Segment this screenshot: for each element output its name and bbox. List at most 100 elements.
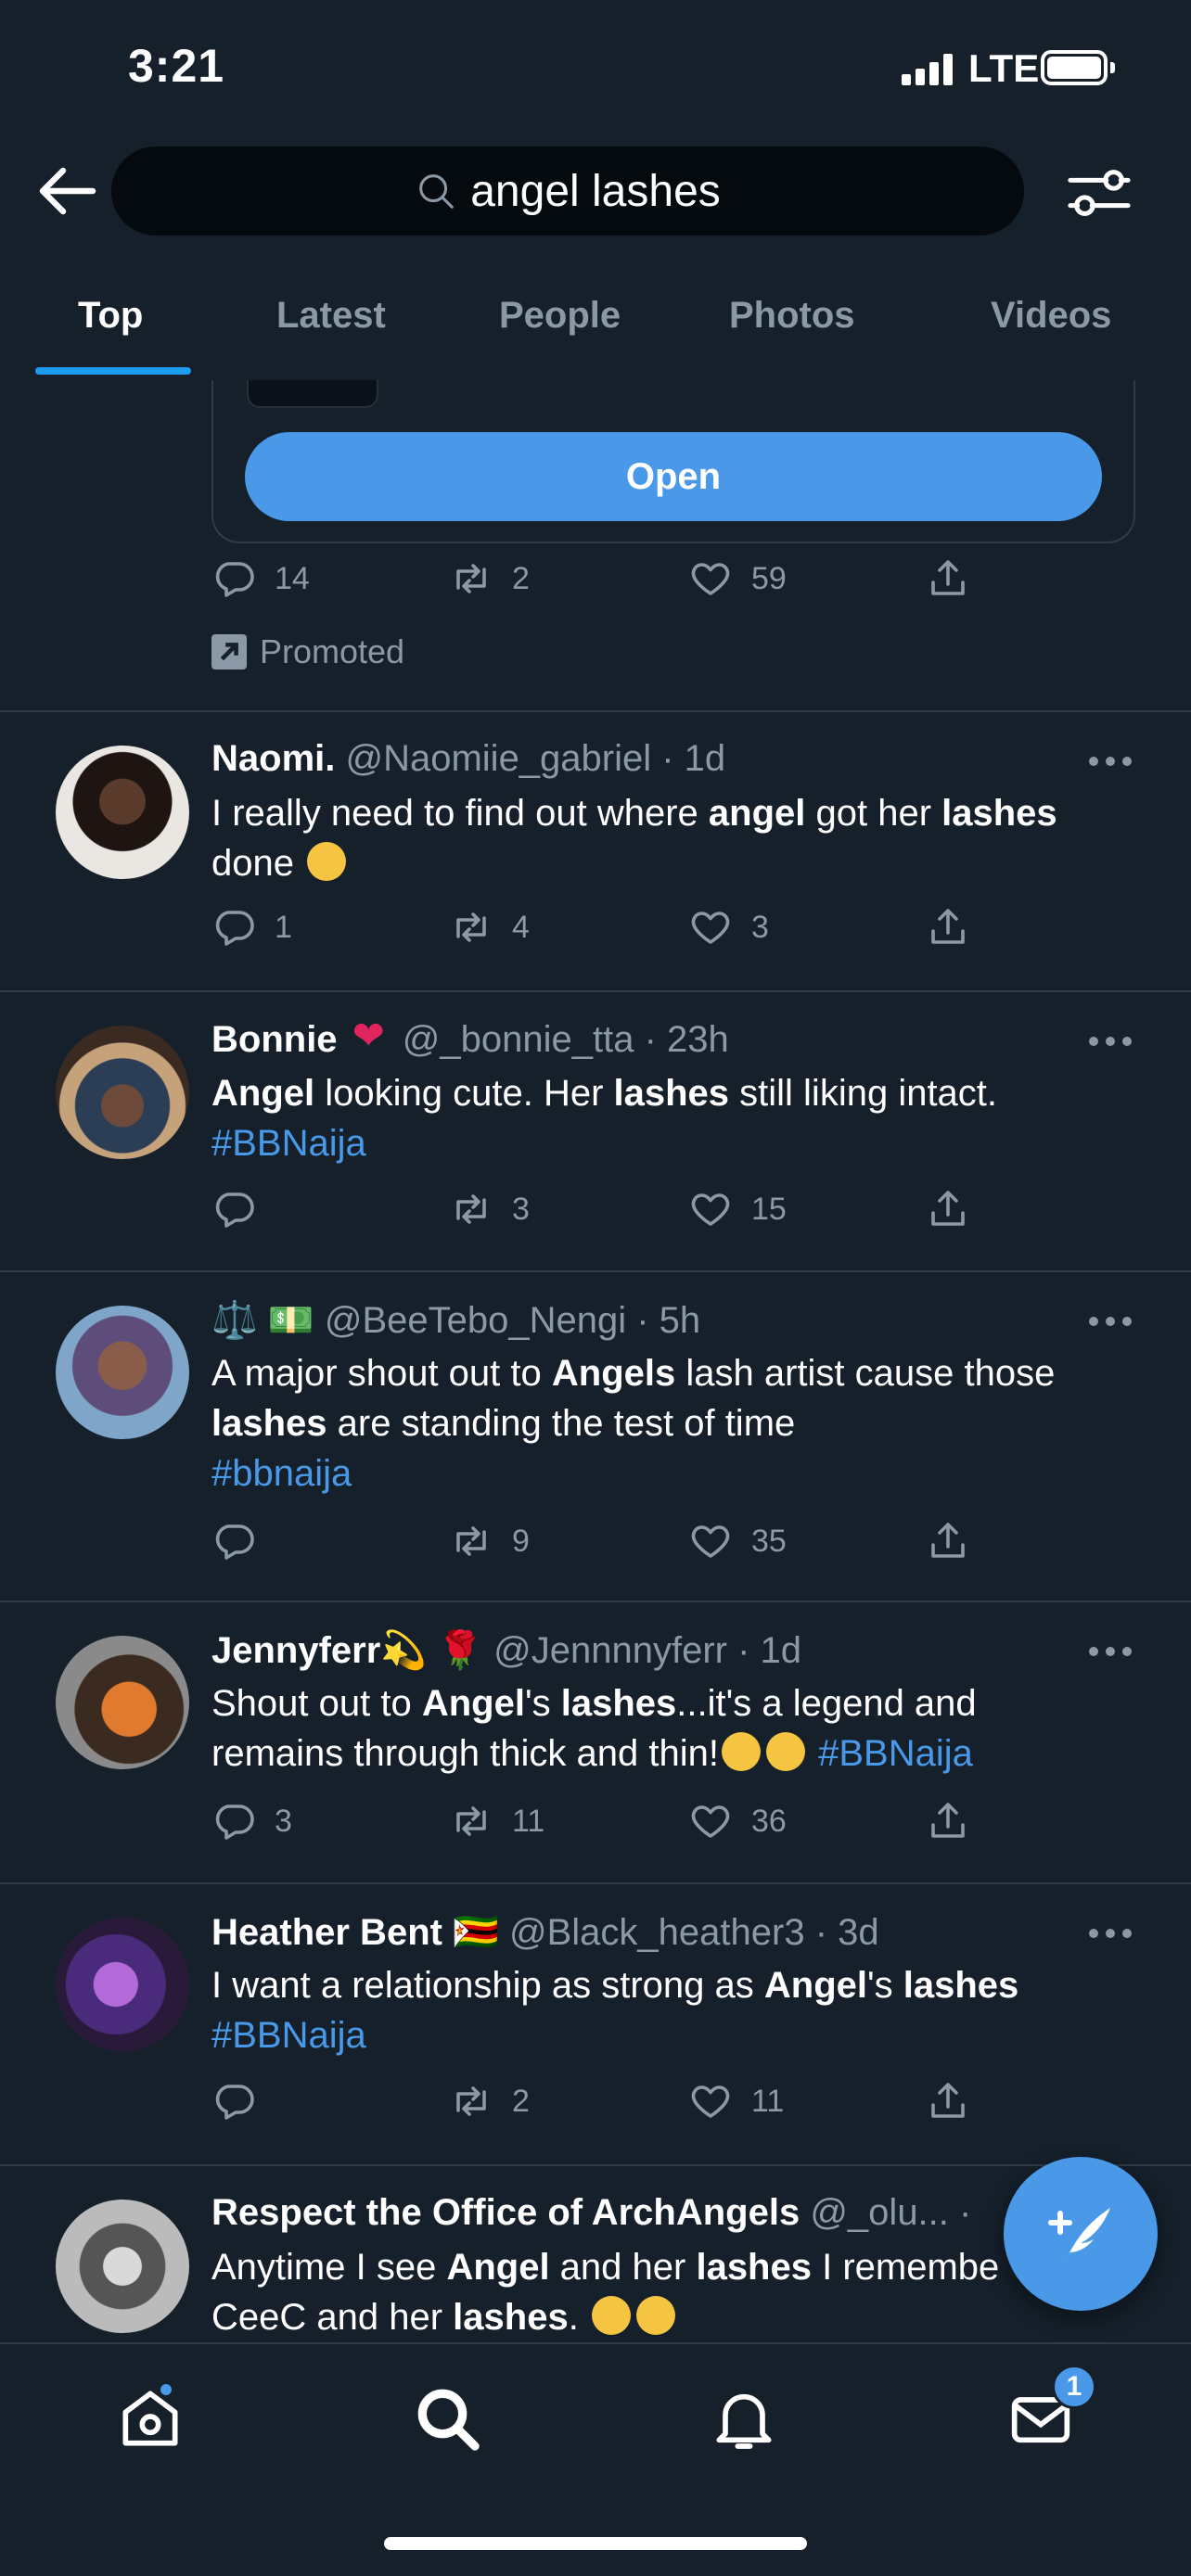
hashtag-link[interactable]: #BBNaija bbox=[211, 2015, 366, 2056]
avatar[interactable] bbox=[56, 1636, 189, 1769]
avatar[interactable] bbox=[56, 1026, 189, 1159]
home-icon bbox=[122, 2391, 178, 2446]
share-button[interactable] bbox=[926, 905, 989, 950]
laughing-emoji bbox=[765, 1732, 805, 1771]
back-arrow-icon[interactable] bbox=[37, 165, 96, 217]
avatar[interactable] bbox=[56, 746, 189, 879]
hashtag-link[interactable]: #BBNaija bbox=[211, 1123, 366, 1164]
signal-icon bbox=[902, 54, 954, 85]
reply-button[interactable] bbox=[211, 1519, 275, 1563]
tab-videos[interactable]: Videos bbox=[991, 295, 1111, 337]
share-button[interactable] bbox=[926, 1799, 989, 1843]
text-part: and her bbox=[549, 2247, 697, 2288]
more-icon[interactable] bbox=[1089, 1929, 1132, 1940]
reply-icon bbox=[211, 1519, 256, 1563]
reply-count: 3 bbox=[275, 1803, 292, 1839]
compose-button[interactable] bbox=[1004, 2157, 1158, 2311]
avatar[interactable] bbox=[56, 2200, 189, 2333]
text-keyword: Angel bbox=[421, 1683, 525, 1724]
reply-icon bbox=[211, 905, 256, 950]
tab-photos[interactable]: Photos bbox=[729, 295, 855, 337]
tab-top[interactable]: Top bbox=[78, 295, 143, 337]
messages-badge: 1 bbox=[1052, 2365, 1096, 2409]
search-input[interactable]: angel lashes bbox=[111, 147, 1024, 236]
more-icon[interactable] bbox=[1089, 757, 1132, 768]
more-icon[interactable] bbox=[1089, 1647, 1132, 1658]
reply-button[interactable] bbox=[211, 1187, 275, 1231]
retweet-button[interactable]: 2 bbox=[449, 556, 530, 601]
share-button[interactable] bbox=[926, 2079, 989, 2123]
retweet-count: 4 bbox=[512, 909, 530, 945]
notifications-icon bbox=[716, 2393, 772, 2449]
avatar[interactable] bbox=[56, 1306, 189, 1439]
like-button[interactable]: 35 bbox=[688, 1519, 787, 1563]
display-name[interactable]: ⚖️ 💵 bbox=[211, 1300, 314, 1341]
reply-button[interactable] bbox=[211, 2079, 275, 2123]
retweet-button[interactable]: 9 bbox=[449, 1519, 530, 1563]
reply-icon bbox=[211, 1799, 256, 1843]
retweet-button[interactable]: 3 bbox=[449, 1187, 530, 1231]
retweet-icon bbox=[449, 556, 493, 601]
explore-icon bbox=[417, 2389, 480, 2451]
avatar[interactable] bbox=[56, 1918, 189, 2051]
share-button[interactable] bbox=[926, 556, 989, 601]
text-part: ...it's a legend and bbox=[676, 1683, 977, 1724]
text-part: CeeC and her bbox=[211, 2297, 454, 2338]
hashtag-link[interactable]: #bbnaija bbox=[211, 1453, 352, 1494]
nav-notifications[interactable] bbox=[707, 2381, 781, 2455]
nav-explore[interactable] bbox=[410, 2381, 484, 2455]
retweet-button[interactable]: 11 bbox=[449, 1799, 544, 1843]
like-button[interactable]: 59 bbox=[688, 556, 787, 601]
display-name[interactable]: Jennyferr💫 🌹 bbox=[211, 1630, 483, 1671]
tweet-actions: 3 11 36 bbox=[211, 1799, 1009, 1845]
like-count: 15 bbox=[751, 1191, 787, 1227]
reply-button[interactable]: 14 bbox=[211, 556, 310, 601]
like-button[interactable]: 11 bbox=[688, 2079, 784, 2123]
open-button[interactable]: Open bbox=[245, 432, 1102, 521]
network-label: LTE bbox=[968, 46, 1040, 90]
retweet-button[interactable]: 2 bbox=[449, 2079, 530, 2123]
text-keyword: Angel bbox=[446, 2247, 550, 2288]
search-icon bbox=[419, 174, 455, 209]
tweet-header: Jennyferr💫 🌹 @Jennnnyferr · 1d bbox=[211, 1628, 1074, 1672]
text-keyword: lashes bbox=[211, 1403, 327, 1444]
text-keyword: lashes bbox=[941, 793, 1057, 834]
display-name[interactable]: Bonnie bbox=[211, 1019, 338, 1060]
reply-button[interactable]: 3 bbox=[211, 1799, 292, 1843]
text-part: done bbox=[211, 843, 294, 884]
nav-messages[interactable]: 1 bbox=[1004, 2365, 1096, 2455]
display-name[interactable]: Heather Bent 🇿🇼 bbox=[211, 1912, 499, 1953]
filter-icon[interactable] bbox=[1067, 163, 1132, 223]
share-button[interactable] bbox=[926, 1519, 989, 1563]
handle-time: @BeeTebo_Nengi · 5h bbox=[324, 1300, 701, 1341]
retweet-button[interactable]: 4 bbox=[449, 905, 530, 950]
text-part: I remembe bbox=[811, 2247, 1000, 2288]
tweet-actions: 3 15 bbox=[211, 1187, 1009, 1233]
share-button[interactable] bbox=[926, 1187, 989, 1231]
reply-button[interactable]: 1 bbox=[211, 905, 292, 950]
nav-home[interactable] bbox=[113, 2381, 187, 2455]
display-name[interactable]: Naomi. bbox=[211, 738, 335, 779]
more-icon[interactable] bbox=[1089, 1037, 1132, 1048]
text-keyword: angel bbox=[708, 793, 806, 834]
tab-people[interactable]: People bbox=[499, 295, 621, 337]
like-button[interactable]: 36 bbox=[688, 1799, 787, 1843]
promoted-text: Promoted bbox=[260, 632, 405, 670]
tab-latest[interactable]: Latest bbox=[276, 295, 386, 337]
more-icon[interactable] bbox=[1089, 1317, 1132, 1328]
hashtag-link[interactable]: #BBNaija bbox=[818, 1733, 973, 1774]
status-bar: 3:21 LTE bbox=[0, 0, 1191, 139]
retweet-icon bbox=[449, 1519, 493, 1563]
display-name[interactable]: Respect the Office of ArchAngels bbox=[211, 2192, 800, 2233]
like-button[interactable]: 3 bbox=[688, 905, 769, 950]
text-part: Shout out to bbox=[211, 1683, 422, 1724]
like-icon bbox=[688, 2079, 733, 2123]
laughing-emoji bbox=[721, 1732, 761, 1771]
status-time: 3:21 bbox=[128, 40, 225, 92]
handle-time: @Black_heather3 · 3d bbox=[509, 1912, 879, 1953]
text-part: 's bbox=[524, 1683, 561, 1724]
like-button[interactable]: 15 bbox=[688, 1187, 787, 1231]
battery-icon bbox=[1041, 50, 1115, 85]
text-part: lash artist cause those bbox=[675, 1353, 1056, 1394]
retweet-count: 2 bbox=[512, 560, 530, 596]
